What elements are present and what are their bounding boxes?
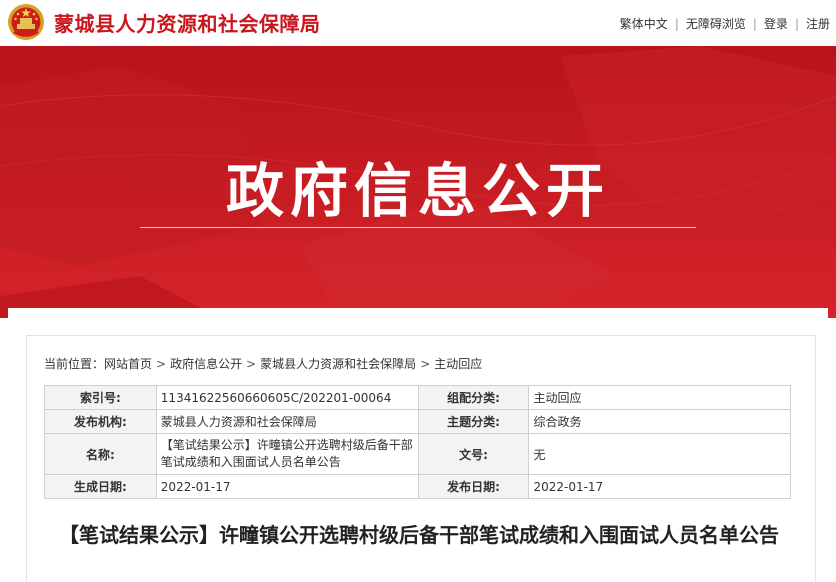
national-emblem-icon	[8, 4, 44, 40]
table-row: 生成日期: 2022-01-17 发布日期: 2022-01-17	[44, 474, 791, 499]
breadcrumb: 当前位置：网站首页 > 政府信息公开 > 蒙城县人力资源和社会保障局 > 主动回应	[44, 355, 482, 372]
top-header: 蒙城县人力资源和社会保障局 繁体中文 | 无障碍浏览 | 登录 | 注册	[0, 0, 836, 46]
category-value: 主动回应	[528, 385, 791, 410]
publisher-value: 蒙城县人力资源和社会保障局	[155, 409, 419, 434]
breadcrumb-bureau[interactable]: 蒙城县人力资源和社会保障局	[260, 357, 416, 371]
index-label: 索引号:	[44, 385, 157, 410]
category-label: 组配分类:	[417, 385, 530, 410]
docno-label: 文号:	[417, 433, 530, 475]
breadcrumb-home[interactable]: 网站首页	[104, 357, 152, 371]
article-title: 【笔试结果公示】许疃镇公开选聘村级后备干部笔试成绩和入围面试人员名单公告	[59, 523, 779, 547]
table-row: 索引号: 11341622560660605C/202201-00064 组配分…	[44, 385, 791, 410]
banner-title: 政府信息公开	[225, 157, 610, 225]
banner: 政府信息公开	[0, 46, 836, 318]
link-separator: |	[794, 17, 799, 31]
link-separator: |	[752, 17, 757, 31]
created-date-label: 生成日期:	[44, 474, 157, 499]
name-value: 【笔试结果公示】许疃镇公开选聘村级后备干部笔试成绩和入围面试人员名单公告	[155, 433, 419, 475]
created-date-value: 2022-01-17	[155, 474, 419, 499]
published-date-label: 发布日期:	[417, 474, 530, 499]
banner-underline	[140, 227, 696, 228]
breadcrumb-separator: >	[420, 357, 431, 371]
breadcrumb-separator: >	[246, 357, 257, 371]
breadcrumb-separator: >	[156, 357, 167, 371]
register-link[interactable]: 注册	[806, 17, 830, 31]
index-value: 11341622560660605C/202201-00064	[155, 385, 419, 410]
table-row: 发布机构: 蒙城县人力资源和社会保障局 主题分类: 综合政务	[44, 409, 791, 434]
topic-value: 综合政务	[528, 409, 791, 434]
breadcrumb-active-response[interactable]: 主动回应	[434, 357, 482, 371]
top-links: 繁体中文 | 无障碍浏览 | 登录 | 注册	[620, 15, 830, 32]
breadcrumb-gov-info[interactable]: 政府信息公开	[170, 357, 242, 371]
publisher-label: 发布机构:	[44, 409, 157, 434]
name-label: 名称:	[44, 433, 157, 475]
login-link[interactable]: 登录	[764, 17, 788, 31]
site-name[interactable]: 蒙城县人力资源和社会保障局	[54, 8, 321, 37]
docno-value: 无	[528, 433, 791, 475]
accessibility-link[interactable]: 无障碍浏览	[686, 17, 746, 31]
info-meta-table: 索引号: 11341622560660605C/202201-00064 组配分…	[44, 385, 791, 499]
topic-label: 主题分类:	[417, 409, 530, 434]
breadcrumb-prefix: 当前位置：	[44, 357, 105, 371]
table-row: 名称: 【笔试结果公示】许疃镇公开选聘村级后备干部笔试成绩和入围面试人员名单公告…	[44, 433, 791, 475]
traditional-chinese-link[interactable]: 繁体中文	[620, 17, 668, 31]
link-separator: |	[674, 17, 679, 31]
published-date-value: 2022-01-17	[528, 474, 791, 499]
